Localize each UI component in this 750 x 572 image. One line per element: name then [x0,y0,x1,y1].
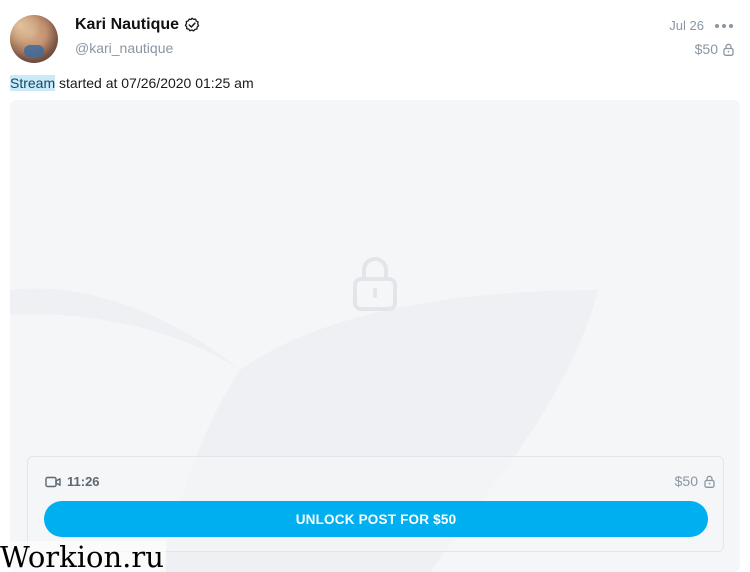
author-handle[interactable]: @kari_nautique [75,40,173,56]
lock-icon [353,257,397,311]
video-camera-icon [45,476,61,487]
post-text-highlight[interactable]: Stream [10,75,56,91]
locked-media: 11:26 $50 UNLOCK POST FOR $50 [10,100,740,572]
lock-icon [723,43,734,56]
watermark: Workion.ru [0,540,166,572]
post-text: Stream started at 07/26/2020 01:25 am [10,75,254,91]
author-name[interactable]: Kari Nautique [75,16,179,34]
video-duration: 11:26 [45,474,100,489]
video-duration-value: 11:26 [67,474,100,489]
media-price: $50 [675,473,715,489]
verified-check-icon [184,17,200,32]
author-name-row: Kari Nautique [75,16,200,34]
post-text-body: started at 07/26/2020 01:25 am [55,75,254,91]
dot [729,24,733,28]
post-card: Kari Nautique @kari_nautique Jul 26 $50 … [0,0,750,572]
avatar[interactable] [10,15,58,63]
unlock-post-button[interactable]: UNLOCK POST FOR $50 [44,501,708,537]
avatar-detail [24,45,44,57]
media-price-value: $50 [674,473,698,489]
more-dots-icon[interactable] [712,14,736,38]
post-price: $50 [695,41,734,57]
post-date[interactable]: Jul 26 [669,18,704,33]
lock-icon [704,475,715,488]
post-price-value: $50 [694,41,718,57]
dot [715,24,719,28]
unlock-panel: 11:26 $50 UNLOCK POST FOR $50 [27,456,724,552]
dot [722,24,726,28]
